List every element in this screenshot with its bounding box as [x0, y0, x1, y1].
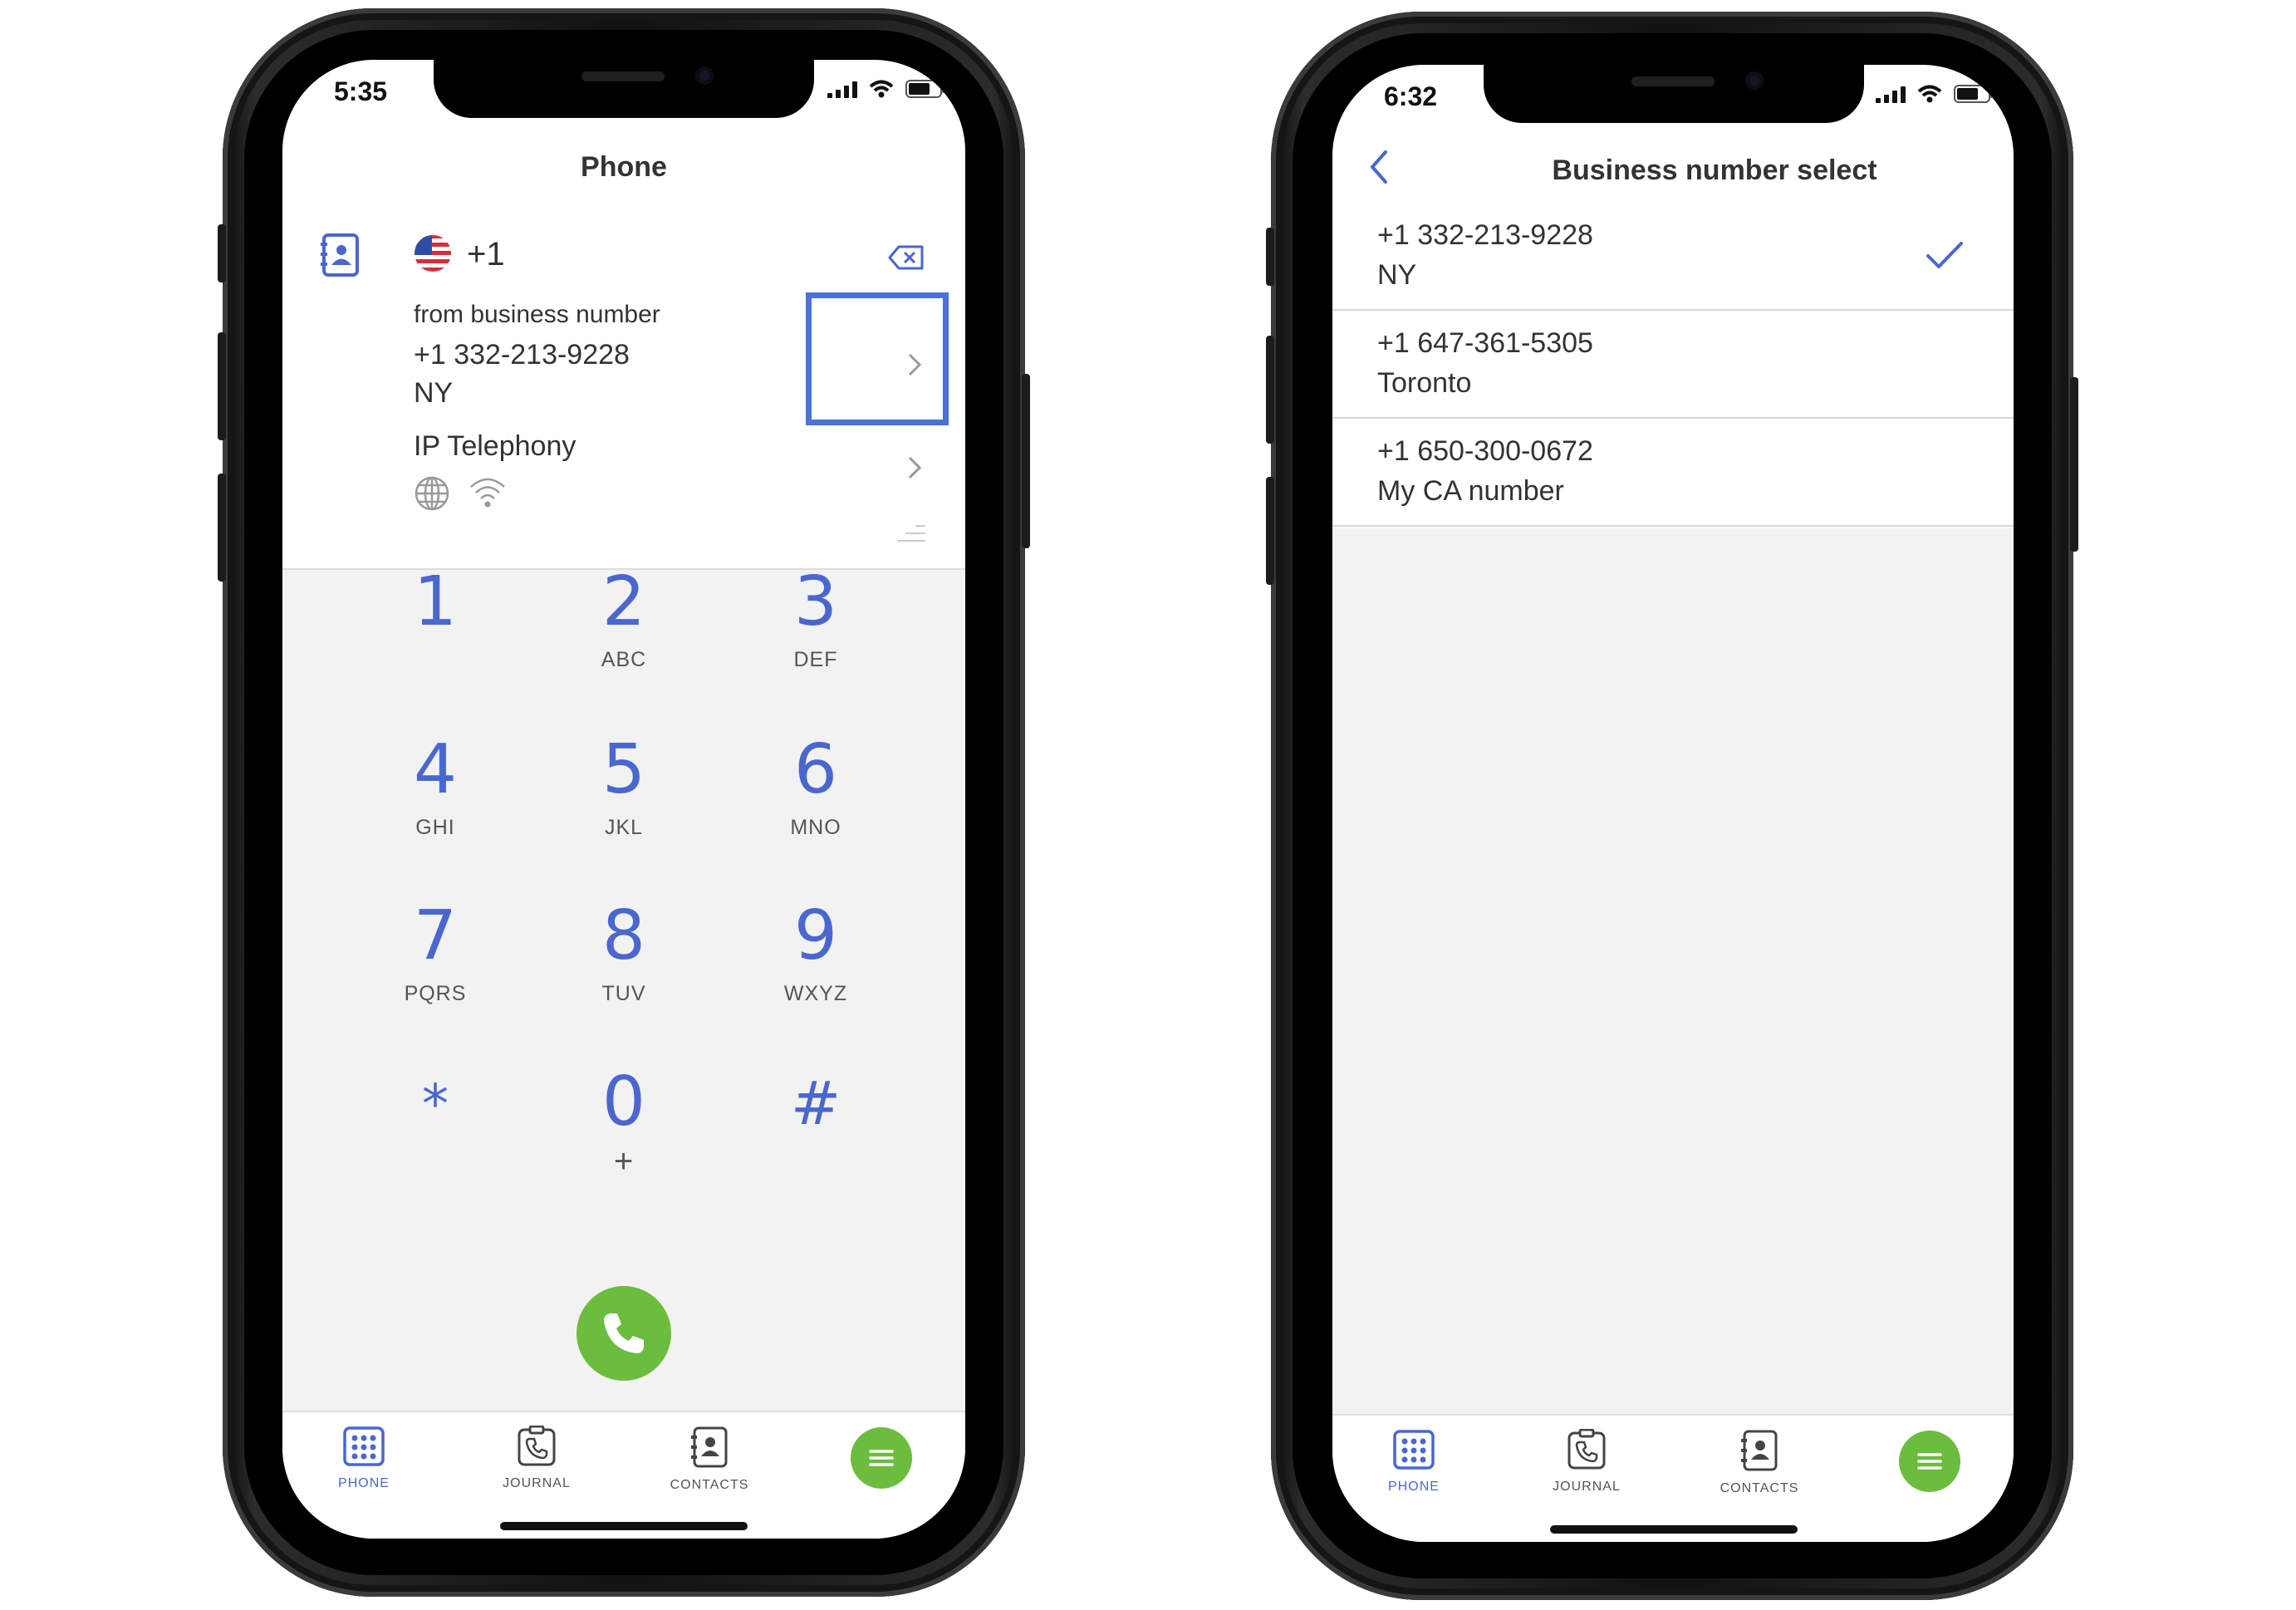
key-8[interactable]: 8 TUV — [524, 902, 724, 1006]
key-hash[interactable]: # — [716, 1068, 915, 1145]
side-button — [1022, 374, 1030, 548]
status-time: 6:32 — [1384, 81, 1438, 111]
tab-label: PHONE — [338, 1476, 390, 1490]
call-button[interactable] — [576, 1286, 671, 1381]
number-value: +1 332-213-9228 — [1377, 219, 1593, 251]
tab-label: CONTACTS — [1720, 1481, 1799, 1495]
side-button — [1266, 336, 1274, 444]
battery-icon — [1954, 85, 1994, 103]
back-chevron-icon[interactable] — [1369, 150, 1389, 184]
status-icons — [1876, 85, 1994, 103]
globe-icon — [415, 476, 449, 511]
number-location: Toronto — [1377, 367, 1472, 399]
us-flag-icon[interactable] — [414, 234, 452, 272]
tab-journal[interactable]: JOURNAL — [470, 1425, 603, 1491]
hamburger-icon — [1917, 1453, 1942, 1470]
list-item[interactable]: +1 650-300-0672 My CA number — [1332, 419, 2014, 527]
home-indicator[interactable] — [1550, 1525, 1798, 1534]
speaker — [581, 71, 665, 81]
key-9[interactable]: 9 WXYZ — [716, 902, 915, 1006]
number-value: +1 650-300-0672 — [1377, 435, 1593, 467]
business-number-location: NY — [414, 377, 454, 409]
page-title: Phone — [581, 151, 667, 183]
status-time: 5:35 — [334, 76, 388, 106]
journal-icon — [1567, 1428, 1606, 1470]
tab-contacts[interactable]: CONTACTS — [643, 1426, 776, 1493]
empty-area — [1332, 528, 2014, 1414]
number-location: My CA number — [1377, 475, 1564, 507]
tab-label: JOURNAL — [1553, 1480, 1621, 1494]
signal-icon — [1876, 85, 1906, 103]
side-button — [218, 224, 226, 282]
number-select-screen: 6:32 Business number select +1 332-213-9… — [1332, 65, 2014, 1542]
checkmark-icon — [1926, 242, 1963, 268]
chevron-right-icon[interactable] — [907, 352, 922, 377]
country-code[interactable]: +1 — [467, 236, 505, 273]
speaker — [1631, 76, 1715, 86]
front-camera — [695, 66, 714, 85]
battery-icon — [905, 80, 945, 98]
contacts-icon — [1741, 1430, 1778, 1471]
tab-journal[interactable]: JOURNAL — [1520, 1428, 1653, 1495]
key-star[interactable]: * — [336, 1068, 535, 1143]
dialpad-icon — [1393, 1430, 1435, 1470]
dial-keypad: 1 2 ABC 3 DEF 4 GHI 5 JKL 6 MNO 7 PQRS 8 TUV 9W… — [282, 568, 965, 1411]
dialer-screen: 5:35 Phone +1 from business number +1 33… — [282, 60, 965, 1539]
hamburger-icon — [869, 1450, 894, 1466]
notch — [1484, 65, 1864, 123]
dialpad-icon — [343, 1426, 385, 1466]
signal-icon — [827, 80, 857, 98]
wifi-icon — [1917, 85, 1942, 103]
tab-bar: PHONE JOURNAL CONTACTS — [1332, 1414, 2014, 1542]
contacts-icon — [691, 1426, 728, 1468]
wifi-calling-icon — [470, 478, 505, 508]
address-book-icon[interactable] — [319, 233, 362, 277]
key-5[interactable]: 5 JKL — [524, 736, 724, 840]
side-button — [1266, 228, 1274, 286]
status-icons — [827, 80, 945, 98]
page-title: Business number select — [1552, 155, 1877, 186]
front-camera — [1745, 71, 1764, 90]
tab-phone[interactable]: PHONE — [297, 1426, 430, 1491]
key-0[interactable]: 0 + — [524, 1068, 724, 1181]
key-7[interactable]: 7 PQRS — [336, 902, 535, 1006]
side-button — [1266, 477, 1274, 585]
chevron-right-icon[interactable] — [907, 455, 922, 480]
key-6[interactable]: 6 MNO — [716, 736, 915, 840]
key-3[interactable]: 3 DEF — [716, 568, 915, 672]
tab-label: PHONE — [1388, 1480, 1440, 1494]
list-item[interactable]: +1 332-213-9228 NY — [1332, 203, 2014, 311]
wifi-icon — [869, 80, 894, 98]
backspace-icon[interactable] — [887, 244, 925, 271]
phone-handset-icon — [604, 1313, 644, 1353]
collapse-handle-icon[interactable] — [895, 523, 927, 543]
number-location: NY — [1377, 259, 1417, 291]
side-button — [218, 332, 226, 440]
key-1[interactable]: 1 — [336, 568, 535, 648]
business-number-value: +1 332-213-9228 — [414, 339, 630, 371]
business-number-list: +1 332-213-9228 NY +1 647-361-5305 Toron… — [1332, 203, 2014, 527]
number-value: +1 647-361-5305 — [1377, 327, 1593, 359]
tab-label: JOURNAL — [503, 1476, 571, 1490]
list-item[interactable]: +1 647-361-5305 Toronto — [1332, 311, 2014, 419]
from-business-label: from business number — [414, 301, 660, 328]
key-4[interactable]: 4 GHI — [336, 736, 535, 840]
side-button — [2070, 377, 2078, 552]
side-button — [218, 474, 226, 582]
tab-contacts[interactable]: CONTACTS — [1693, 1429, 1826, 1496]
notch — [434, 60, 814, 118]
menu-button[interactable] — [1899, 1431, 1960, 1492]
route-label[interactable]: IP Telephony — [414, 430, 576, 463]
tab-bar: PHONE JOURNAL CONTACTS — [282, 1411, 965, 1539]
home-indicator[interactable] — [500, 1522, 748, 1530]
tab-phone[interactable]: PHONE — [1347, 1429, 1480, 1495]
journal-icon — [518, 1425, 556, 1466]
menu-button[interactable] — [851, 1427, 912, 1489]
key-2[interactable]: 2 ABC — [524, 568, 724, 672]
tab-label: CONTACTS — [670, 1478, 749, 1492]
business-number-selector-highlight[interactable] — [806, 292, 949, 425]
